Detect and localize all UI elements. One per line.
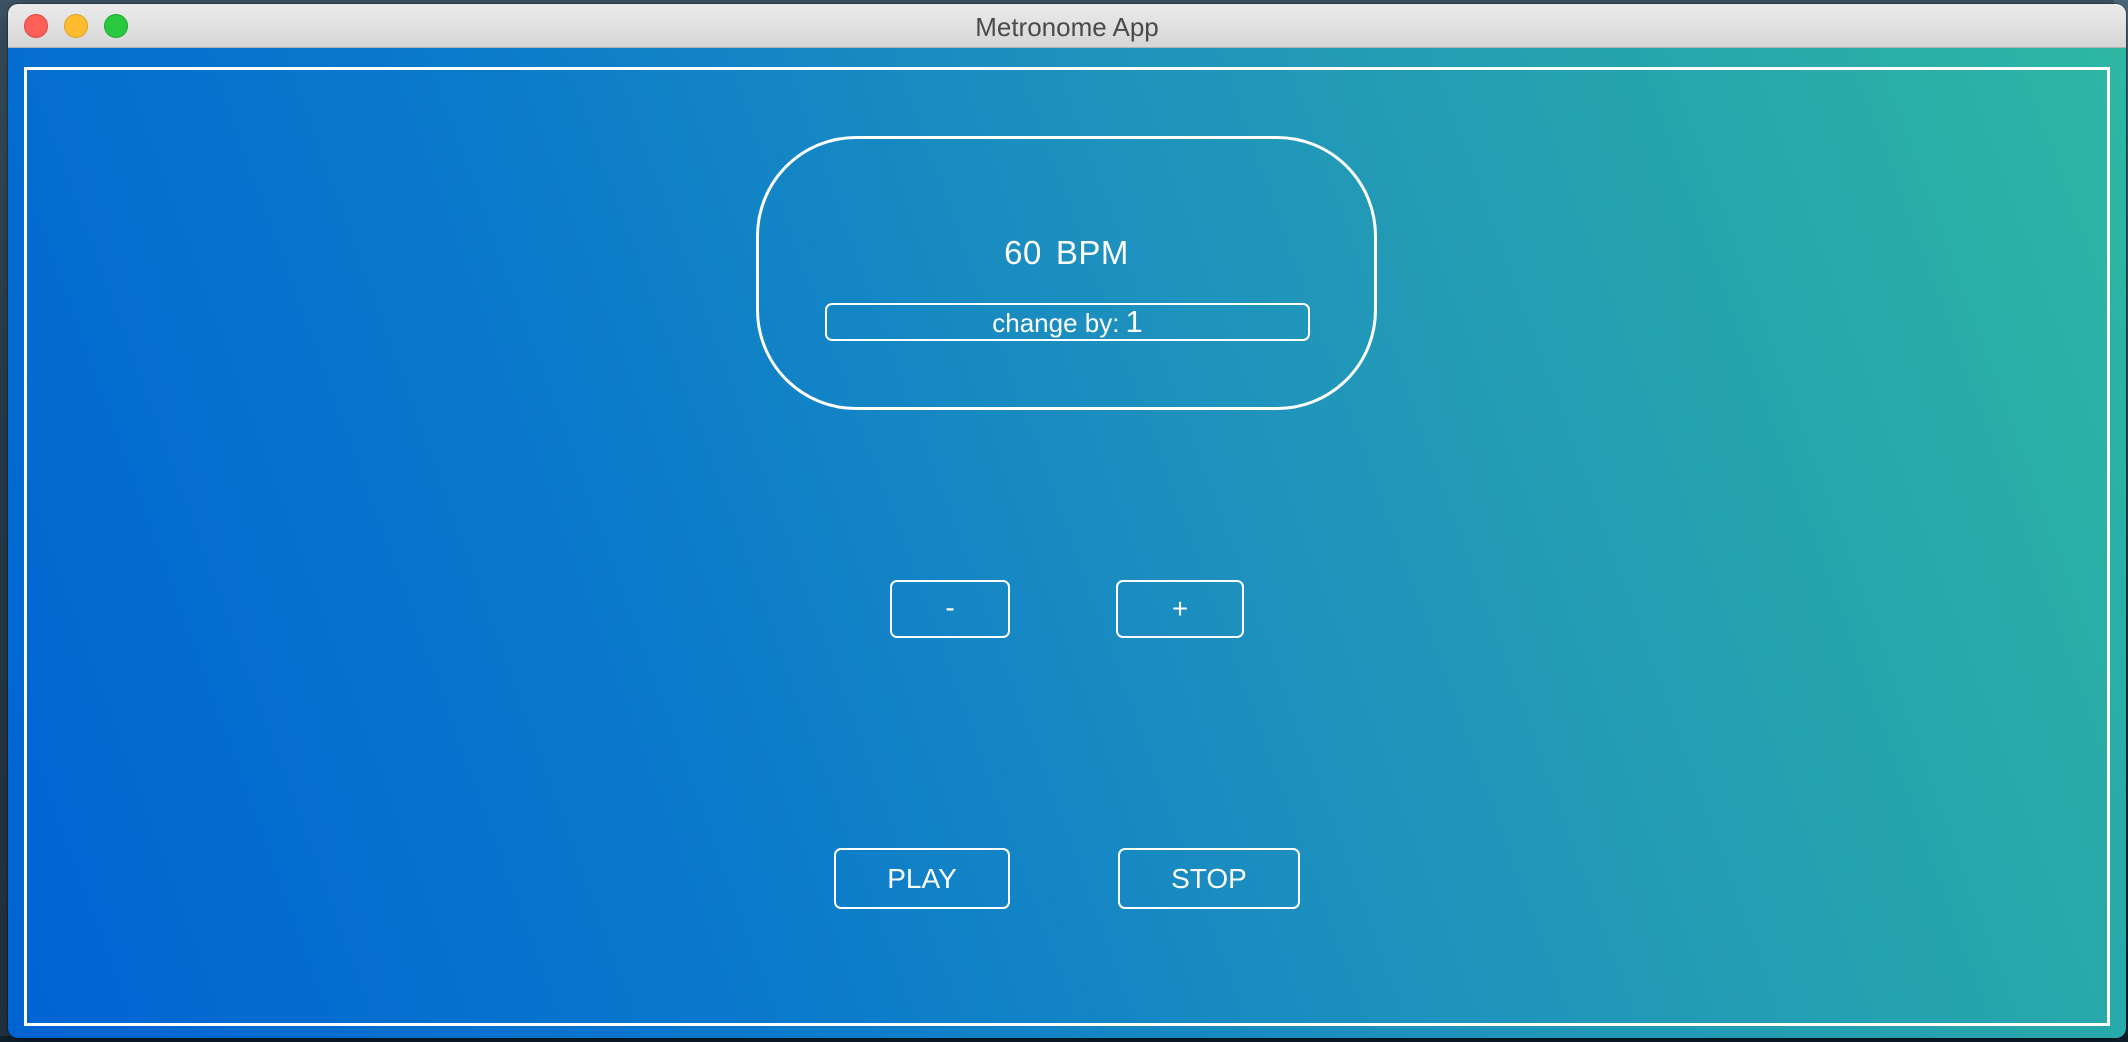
decrease-tempo-button[interactable]: - — [890, 580, 1010, 638]
app-content: 60 BPM change by: 1 - + PLAY STOP — [8, 48, 2126, 1038]
bpm-readout: 60 BPM — [759, 234, 1374, 272]
play-button[interactable]: PLAY — [834, 848, 1010, 909]
bpm-value: 60 — [1004, 234, 1042, 271]
change-by-field[interactable]: change by: 1 — [825, 303, 1310, 341]
tempo-display: 60 BPM change by: 1 — [756, 136, 1377, 410]
change-by-value[interactable]: 1 — [1125, 304, 1142, 339]
window-title: Metronome App — [975, 12, 1159, 42]
increase-tempo-button[interactable]: + — [1116, 580, 1244, 638]
title-bar[interactable]: Metronome App — [8, 4, 2126, 48]
bpm-unit: BPM — [1055, 234, 1129, 271]
change-by-label: change by: — [992, 308, 1120, 338]
stop-button[interactable]: STOP — [1118, 848, 1300, 909]
app-window: Metronome App 60 BPM change by: 1 - + PLAY… — [8, 4, 2126, 1038]
